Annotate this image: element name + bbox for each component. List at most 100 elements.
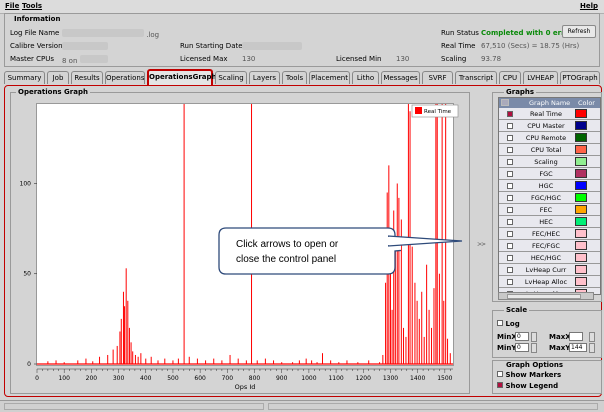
graph-row-checkbox[interactable]: [507, 255, 513, 261]
x-tick-label: 300: [113, 375, 125, 382]
show-markers-box[interactable]: [497, 371, 503, 377]
maxx-input[interactable]: [569, 332, 583, 341]
scale-title: Scale: [504, 306, 530, 314]
toggle-panel-arrows[interactable]: >>: [477, 241, 486, 248]
x-tick-label: 1100: [328, 375, 343, 382]
graph-row[interactable]: FEC/HEC: [499, 228, 600, 240]
log-checkbox-box[interactable]: [497, 320, 503, 326]
graph-row[interactable]: FGC/HGC: [499, 192, 600, 204]
maxx-label: MaxX: [549, 333, 571, 341]
graph-row-name: LvHeap Curr: [525, 266, 567, 274]
graph-row-name: HEC: [539, 218, 553, 226]
legend-label: Real Time: [424, 109, 452, 115]
minx-input[interactable]: 0: [515, 332, 529, 341]
graph-row[interactable]: FEC: [499, 204, 600, 216]
header-graph-name: Graph Name: [529, 99, 571, 107]
graph-row-name: LvHeap Alloc: [524, 278, 568, 286]
minx-spinner[interactable]: [531, 332, 537, 342]
maxy-input[interactable]: 144: [569, 343, 587, 352]
callout-pointer: [388, 235, 463, 247]
graph-row-checkbox[interactable]: [507, 159, 513, 165]
graph-row-checkbox[interactable]: [507, 219, 513, 225]
graph-row-color-swatch[interactable]: [575, 253, 587, 262]
graph-row-checkbox[interactable]: [507, 123, 513, 129]
show-markers-checkbox[interactable]: Show Markers: [497, 371, 561, 379]
graph-options-title: Graph Options: [504, 361, 566, 369]
graph-row-color-swatch[interactable]: [575, 133, 587, 142]
graph-row-color-swatch[interactable]: [575, 277, 587, 286]
graph-row-checkbox[interactable]: [507, 147, 513, 153]
graphs-horizontal-scrollbar[interactable]: [498, 292, 594, 300]
graph-row[interactable]: HGC: [499, 180, 600, 192]
graph-row[interactable]: Scaling: [499, 156, 600, 168]
x-tick-label: 1300: [383, 375, 398, 382]
graph-row-name: Scaling: [534, 158, 558, 166]
graph-row[interactable]: FGC: [499, 168, 600, 180]
graph-row-checkbox[interactable]: [507, 207, 513, 213]
maxx-spinner[interactable]: [589, 332, 595, 342]
x-tick-label: 1500: [437, 375, 452, 382]
graph-row-color-swatch[interactable]: [575, 181, 587, 190]
show-legend-box[interactable]: [497, 382, 503, 388]
log-checkbox[interactable]: Log: [497, 320, 520, 328]
graph-row-checkbox[interactable]: [507, 195, 513, 201]
miny-input[interactable]: 0: [515, 343, 529, 352]
graph-row-color-swatch[interactable]: [575, 205, 587, 214]
graph-row-color-swatch[interactable]: [575, 217, 587, 226]
graph-row[interactable]: HEC: [499, 216, 600, 228]
x-tick-label: 100: [58, 375, 70, 382]
graph-row-checkbox[interactable]: [507, 243, 513, 249]
x-tick-label: 600: [194, 375, 206, 382]
callout-line-2: close the control panel: [236, 254, 337, 265]
graph-row-color-swatch[interactable]: [575, 241, 587, 250]
x-tick-label: 400: [140, 375, 152, 382]
graph-row-checkbox[interactable]: [507, 231, 513, 237]
graph-row-checkbox[interactable]: [507, 111, 513, 117]
graph-row-checkbox[interactable]: [507, 183, 513, 189]
graph-row[interactable]: FEC/FGC: [499, 240, 600, 252]
graph-row[interactable]: CPU Total: [499, 144, 600, 156]
x-tick-label: 500: [167, 375, 179, 382]
graph-row[interactable]: CPU Master: [499, 120, 600, 132]
graph-row-checkbox[interactable]: [507, 135, 513, 141]
graph-row-color-swatch[interactable]: [575, 109, 587, 118]
header-color: Color: [578, 99, 595, 107]
x-tick-label: 200: [86, 375, 98, 382]
header-checkbox[interactable]: [501, 99, 509, 106]
x-tick-label: 900: [276, 375, 288, 382]
graph-row-name: FEC: [539, 206, 553, 214]
graph-row-name: FEC/HEC: [531, 230, 561, 238]
status-field-2: [268, 403, 598, 410]
graph-row-color-swatch[interactable]: [575, 157, 587, 166]
y-tick-label: 50: [23, 271, 31, 278]
graph-row-color-swatch[interactable]: [575, 193, 587, 202]
x-tick-label: 800: [249, 375, 261, 382]
graph-row-name: HGC: [538, 182, 554, 190]
graph-row-color-swatch[interactable]: [575, 229, 587, 238]
maxy-spinner[interactable]: [589, 343, 595, 353]
graph-row-color-swatch[interactable]: [575, 265, 587, 274]
graph-row-color-swatch[interactable]: [575, 169, 587, 178]
graph-row-name: FGC/HGC: [531, 194, 561, 202]
graph-row[interactable]: LvHeap Alloc: [499, 276, 600, 288]
graphs-table: Graph Name Color Real Time CPU Master CPU …: [498, 97, 601, 295]
x-tick-label: 700: [222, 375, 234, 382]
status-bar: [0, 400, 604, 412]
callout-line-1: Click arrows to open or: [236, 239, 339, 250]
graph-row-color-swatch[interactable]: [575, 121, 587, 130]
graph-row-name: Real Time: [530, 110, 562, 118]
miny-spinner[interactable]: [531, 343, 537, 353]
graph-row-name: FEC/FGC: [532, 242, 560, 250]
graph-row-checkbox[interactable]: [507, 279, 513, 285]
graph-row[interactable]: CPU Remote: [499, 132, 600, 144]
graph-row[interactable]: HEC/HGC: [499, 252, 600, 264]
show-legend-checkbox[interactable]: Show Legend: [497, 382, 558, 390]
graph-row[interactable]: LvHeap Curr: [499, 264, 600, 276]
graph-row-color-swatch[interactable]: [575, 145, 587, 154]
graph-row-checkbox[interactable]: [507, 171, 513, 177]
graph-row[interactable]: Real Time: [499, 108, 600, 120]
scrollbar-thumb[interactable]: [507, 294, 581, 299]
miny-label: MinY: [497, 344, 517, 352]
graph-row-checkbox[interactable]: [507, 267, 513, 273]
graph-row-name: CPU Master: [527, 122, 565, 130]
